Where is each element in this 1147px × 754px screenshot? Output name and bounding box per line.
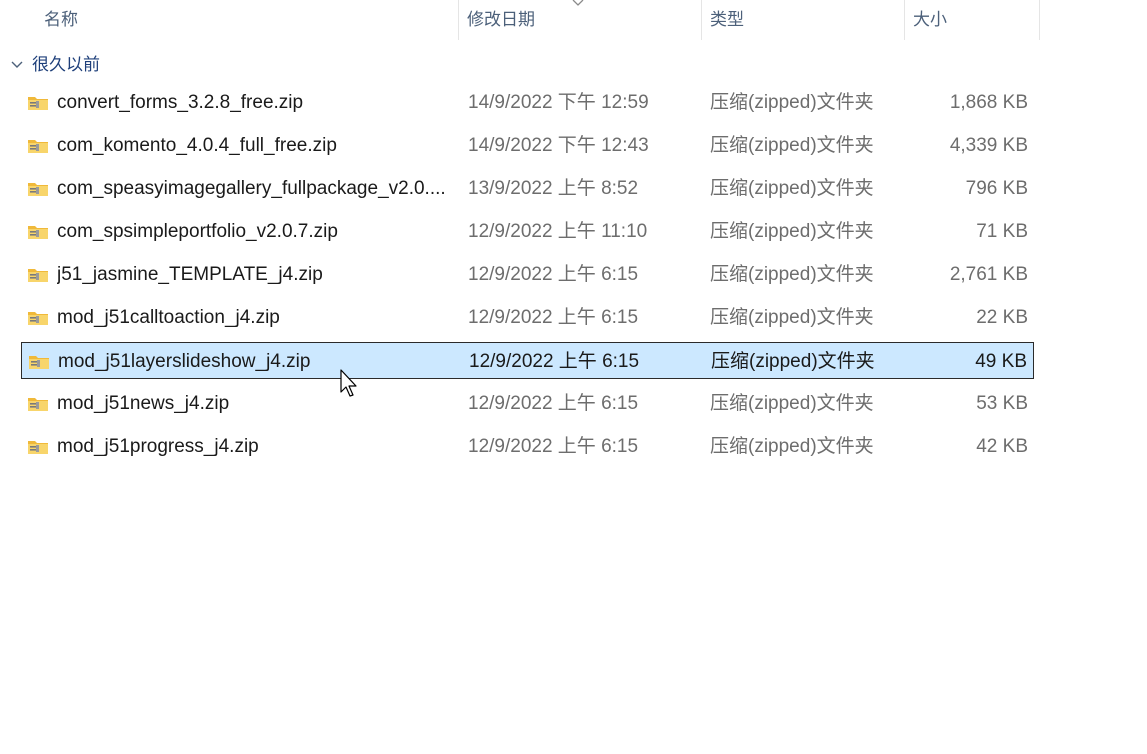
- file-size: 2,761 KB: [949, 264, 1028, 285]
- column-header-date[interactable]: 修改日期: [459, 0, 702, 40]
- group-header[interactable]: 很久以前: [10, 52, 100, 78]
- zip-folder-icon: [28, 441, 48, 454]
- file-row[interactable]: convert_forms_3.2.8_free.zip 14/9/2022 下午…: [21, 84, 1034, 121]
- file-name: j51_jasmine_TEMPLATE_j4.zip: [57, 264, 323, 285]
- file-row[interactable]: mod_j51news_j4.zip 12/9/2022 上午 6:15 压缩(zi…: [21, 385, 1034, 422]
- file-size: 4,339 KB: [949, 135, 1028, 156]
- file-row[interactable]: com_speasyimagegallery_fullpackage_v2.0.…: [21, 170, 1034, 207]
- file-size: 796 KB: [965, 178, 1028, 199]
- file-size: 22 KB: [976, 307, 1028, 328]
- file-name: com_spsimpleportfolio_v2.0.7.zip: [57, 221, 338, 242]
- column-header-name[interactable]: 名称: [36, 0, 459, 40]
- file-name: mod_j51news_j4.zip: [57, 393, 230, 414]
- zip-folder-icon: [28, 226, 48, 239]
- zip-folder-icon: [28, 183, 48, 196]
- file-size: 71 KB: [976, 221, 1028, 242]
- file-type: 压缩(zipped)文件夹: [710, 92, 874, 113]
- file-name: mod_j51layerslideshow_j4.zip: [58, 351, 311, 372]
- file-row[interactable]: j51_jasmine_TEMPLATE_j4.zip 12/9/2022 上午 …: [21, 256, 1034, 293]
- zip-folder-icon: [28, 140, 48, 153]
- file-type: 压缩(zipped)文件夹: [710, 307, 874, 328]
- file-size: 1,868 KB: [949, 92, 1028, 113]
- file-type: 压缩(zipped)文件夹: [710, 178, 874, 199]
- zip-folder-icon: [28, 269, 48, 282]
- zip-folder-icon: [28, 97, 48, 110]
- zip-folder-icon: [28, 312, 48, 325]
- file-row[interactable]: mod_j51progress_j4.zip 12/9/2022 上午 6:15 压…: [21, 428, 1034, 465]
- file-date: 12/9/2022 上午 6:15: [468, 307, 639, 328]
- group-label: 很久以前: [32, 55, 100, 74]
- file-type: 压缩(zipped)文件夹: [710, 264, 874, 285]
- file-date: 12/9/2022 上午 6:15: [468, 264, 639, 285]
- file-type: 压缩(zipped)文件夹: [710, 436, 874, 457]
- file-type: 压缩(zipped)文件夹: [710, 135, 874, 156]
- file-name: com_speasyimagegallery_fullpackage_v2.0.…: [57, 178, 446, 199]
- zip-folder-icon: [29, 356, 49, 369]
- file-date: 12/9/2022 上午 11:10: [468, 221, 648, 242]
- file-date: 12/9/2022 上午 6:15: [468, 393, 639, 414]
- file-date: 14/9/2022 下午 12:59: [468, 92, 649, 113]
- file-date: 12/9/2022 上午 6:15: [468, 436, 639, 457]
- file-size: 53 KB: [976, 393, 1028, 414]
- file-row[interactable]: com_spsimpleportfolio_v2.0.7.zip 12/9/202…: [21, 213, 1034, 250]
- chevron-down-icon[interactable]: [10, 60, 24, 70]
- file-type: 压缩(zipped)文件夹: [710, 393, 874, 414]
- file-row[interactable]: com_komento_4.0.4_full_free.zip 14/9/2022…: [21, 127, 1034, 164]
- column-header-type[interactable]: 类型: [702, 0, 905, 40]
- file-name: mod_j51progress_j4.zip: [57, 436, 259, 457]
- file-date: 12/9/2022 上午 6:15: [469, 351, 640, 372]
- file-date: 14/9/2022 下午 12:43: [468, 135, 649, 156]
- mouse-cursor-icon: [340, 369, 357, 397]
- file-type: 压缩(zipped)文件夹: [711, 351, 875, 372]
- file-name: convert_forms_3.2.8_free.zip: [57, 92, 304, 113]
- file-type: 压缩(zipped)文件夹: [710, 221, 874, 242]
- column-header: 名称 修改日期 类型 大小: [0, 0, 1040, 40]
- file-size: 49 KB: [975, 351, 1027, 372]
- file-name: com_komento_4.0.4_full_free.zip: [57, 135, 337, 156]
- file-row[interactable]: mod_j51calltoaction_j4.zip 12/9/2022 上午 6…: [21, 299, 1034, 336]
- column-header-size[interactable]: 大小: [905, 0, 1040, 40]
- file-row[interactable]: mod_j51layerslideshow_j4.zip 12/9/2022 上午…: [21, 342, 1034, 379]
- zip-folder-icon: [28, 398, 48, 411]
- file-size: 42 KB: [976, 436, 1028, 457]
- file-name: mod_j51calltoaction_j4.zip: [57, 307, 280, 328]
- file-date: 13/9/2022 上午 8:52: [468, 178, 639, 199]
